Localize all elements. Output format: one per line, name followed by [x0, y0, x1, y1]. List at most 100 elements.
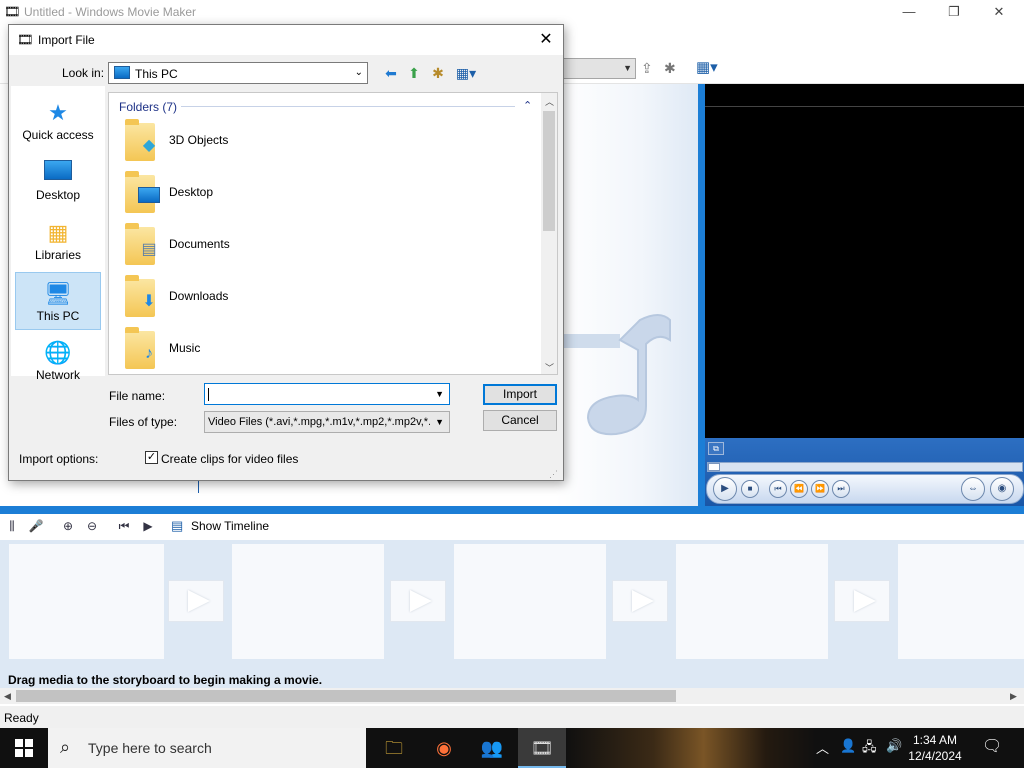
seek-thumb[interactable]: [708, 463, 720, 471]
create-clips-checkbox[interactable]: ✓: [145, 451, 158, 464]
chevron-down-icon[interactable]: ▼: [435, 389, 444, 399]
timeline-icon: ▤: [171, 518, 184, 533]
new-folder-icon[interactable]: ✱: [664, 60, 676, 77]
storyboard-clip-slot[interactable]: [454, 544, 606, 659]
create-clips-label[interactable]: Create clips for video files: [161, 452, 298, 466]
action-center-icon[interactable]: 🗨: [982, 736, 1002, 756]
movie-maker-app-icon: 🎞: [4, 4, 21, 19]
file-list-scroll-thumb[interactable]: [543, 111, 555, 231]
show-timeline-button[interactable]: ▤ Show Timeline: [171, 518, 269, 536]
this-pc-icon: [114, 66, 130, 79]
network-icon: 🌐: [44, 340, 72, 365]
scroll-right-icon[interactable]: ▶: [1010, 691, 1017, 702]
folder-item-3d-objects[interactable]: ◆ 3D Objects: [121, 119, 441, 167]
seek-bar[interactable]: [707, 462, 1023, 472]
forward-icon[interactable]: ⏩: [811, 480, 829, 498]
text-caret: [208, 388, 209, 401]
stop-icon[interactable]: ■: [741, 480, 759, 498]
group-divider: [181, 106, 515, 107]
play-icon[interactable]: ▶: [713, 477, 737, 501]
zoom-out-icon[interactable]: ⊖: [84, 518, 100, 534]
place-libraries[interactable]: ▦ Libraries: [15, 212, 101, 270]
storyboard-scroll-thumb[interactable]: [16, 690, 676, 702]
people-icon[interactable]: 👤: [840, 738, 856, 754]
scroll-up-icon[interactable]: ︿: [545, 95, 554, 108]
new-folder-icon[interactable]: ✱: [429, 64, 447, 82]
narrate-icon[interactable]: 🎤: [28, 518, 44, 534]
place-desktop[interactable]: Desktop: [15, 152, 101, 210]
downloads-folder-icon: ⬇: [142, 293, 156, 310]
folder-item-documents[interactable]: ▤ Documents: [121, 223, 441, 271]
collection-dropdown[interactable]: ▼: [560, 58, 636, 79]
storyboard-clip-slot[interactable]: [676, 544, 828, 659]
zoom-in-icon[interactable]: ⊕: [60, 518, 76, 534]
dialog-close-button[interactable]: ✕: [531, 27, 561, 53]
previous-frame-icon[interactable]: ⏮: [769, 480, 787, 498]
chevron-up-icon[interactable]: ⌃: [523, 99, 532, 112]
users-app-icon[interactable]: 👥: [468, 728, 516, 768]
fullscreen-icon[interactable]: ⧉: [708, 442, 724, 455]
clock[interactable]: 1:34 AM 12/4/2024: [900, 732, 970, 764]
scroll-down-icon[interactable]: ﹀: [545, 361, 554, 374]
import-options-label: Import options:: [19, 452, 99, 466]
take-picture-icon[interactable]: ◉: [990, 477, 1014, 501]
look-in-dropdown[interactable]: This PC ⌄: [108, 62, 368, 84]
folder-item-music[interactable]: ♪ Music: [121, 327, 441, 375]
file-name-input[interactable]: ▼: [204, 383, 450, 405]
movie-maker-taskbar-icon[interactable]: 🎞: [518, 728, 566, 768]
main-title-bar: 🎞 Untitled - Windows Movie Maker — ❐ ✕: [0, 0, 1024, 24]
file-list[interactable]: Folders (7) ⌃ ◆ 3D Objects Desktop ▤ Doc…: [108, 92, 558, 375]
rewind-icon[interactable]: ⏪: [790, 480, 808, 498]
network-tray-icon[interactable]: 🖧: [862, 738, 877, 760]
rewind-storyboard-icon[interactable]: ⏮: [116, 518, 132, 534]
folder-name: Music: [169, 341, 201, 355]
import-button[interactable]: Import: [483, 384, 557, 405]
show-timeline-label: Show Timeline: [191, 519, 270, 533]
place-label: Network: [35, 368, 80, 382]
folder-item-desktop[interactable]: Desktop: [121, 171, 441, 219]
up-one-level-icon[interactable]: ⇪: [641, 60, 653, 77]
taskbar-search-box[interactable]: ⌕ Type here to search: [48, 728, 366, 768]
windows-start-icon[interactable]: [15, 739, 33, 757]
storyboard-clip-slot[interactable]: [232, 544, 384, 659]
back-icon[interactable]: ⬅: [382, 64, 400, 82]
set-audio-levels-icon[interactable]: ⫼: [4, 518, 20, 534]
pane-separator: [0, 506, 1024, 514]
maximize-button[interactable]: ❐: [931, 2, 977, 22]
show-hidden-icons-icon[interactable]: ︿: [816, 738, 829, 757]
storyboard-clip-slot[interactable]: [898, 544, 1024, 659]
storyboard-transition-slot[interactable]: [390, 580, 446, 622]
3d-objects-folder-icon: ◆: [142, 137, 156, 154]
scroll-left-icon[interactable]: ◀: [4, 691, 11, 702]
storyboard-transition-slot[interactable]: [834, 580, 890, 622]
view-menu-icon[interactable]: ▦▾: [453, 64, 479, 82]
folder-item-downloads[interactable]: ⬇ Downloads: [121, 275, 441, 323]
files-of-type-dropdown[interactable]: Video Files (*.avi,*.mpg,*.m1v,*.mp2,*.m…: [204, 411, 450, 433]
place-network[interactable]: 🌐 Network: [15, 332, 101, 390]
close-button[interactable]: ✕: [976, 2, 1022, 22]
search-icon: ⌕: [60, 737, 71, 757]
folders-group-header[interactable]: Folders (7): [119, 100, 177, 114]
contents-background-gradient: [555, 84, 698, 506]
up-folder-icon[interactable]: ⬆: [405, 64, 423, 82]
place-quick-access[interactable]: ★ Quick access: [15, 92, 101, 150]
storyboard-clip-slot[interactable]: [9, 544, 164, 659]
files-of-type-value: Video Files (*.avi,*.mpg,*.m1v,*.mp2,*.m…: [208, 416, 430, 428]
firefox-icon[interactable]: ◉: [420, 728, 468, 768]
place-this-pc[interactable]: 🖥 This PC: [15, 272, 101, 330]
file-name-label: File name:: [109, 389, 166, 403]
play-storyboard-icon[interactable]: ▶: [140, 518, 156, 534]
storyboard-transition-slot[interactable]: [168, 580, 224, 622]
place-label: Libraries: [34, 248, 82, 262]
views-menu-icon[interactable]: ▦▾: [696, 58, 718, 76]
file-explorer-icon[interactable]: 🗀: [370, 728, 418, 768]
cancel-button[interactable]: Cancel: [483, 410, 557, 431]
next-frame-icon[interactable]: ⏭: [832, 480, 850, 498]
folder-name: Documents: [169, 237, 230, 251]
split-clip-icon[interactable]: ⇔: [961, 477, 985, 501]
libraries-icon: ▦: [47, 220, 69, 245]
minimize-button[interactable]: —: [886, 2, 932, 22]
storyboard-transition-slot[interactable]: [612, 580, 668, 622]
folder-name: Desktop: [169, 185, 214, 199]
resize-grip-icon[interactable]: ⋰: [549, 469, 558, 480]
